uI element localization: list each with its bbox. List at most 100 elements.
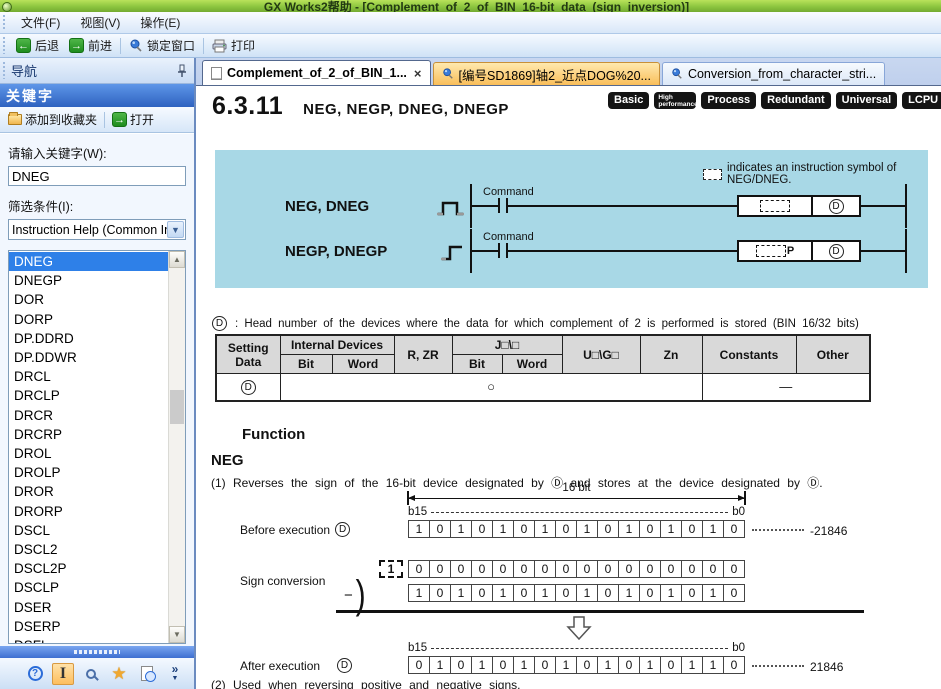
tab-bar: Complement_of_2_of_BIN_1... × [编号SD1869]…: [196, 58, 941, 85]
before-value-row: -21846: [748, 524, 847, 538]
bit-cell: 0: [555, 584, 577, 602]
toolbar-gripper: [2, 37, 7, 53]
list-item-dsclp[interactable]: DSCLP: [9, 578, 168, 597]
list-scrollbar[interactable]: ▲ ▼: [168, 251, 185, 643]
dotted-leader: [752, 665, 804, 667]
print-button[interactable]: 打印: [207, 35, 260, 56]
legend: indicates an instruction symbol of NEG/D…: [703, 162, 928, 186]
col-j: J□\□: [452, 335, 562, 355]
instruction-box: D: [737, 195, 861, 217]
section-header: 6.3.11 NEG, NEGP, DNEG, DNEGP: [212, 92, 509, 121]
list-item-dorp[interactable]: DORP: [9, 310, 168, 329]
pin-icon[interactable]: [176, 64, 188, 78]
scroll-up-icon[interactable]: ▲: [169, 251, 185, 268]
bit-cell: 0: [618, 656, 640, 674]
bit-cell: 1: [471, 656, 493, 674]
label-text: Sign conversion: [240, 574, 325, 588]
bit-cell: 1: [618, 520, 640, 538]
pane-splitter[interactable]: [0, 646, 194, 658]
filter-combobox[interactable]: Instruction Help (Common Ins ▼: [8, 219, 186, 240]
list-item-dscl2p[interactable]: DSCL2P: [9, 559, 168, 578]
favorites-pane-button[interactable]: ★: [108, 663, 130, 685]
label-text: Before execution: [240, 523, 330, 537]
col-setting-data: Setting Data: [216, 335, 280, 374]
star-icon: ★: [111, 664, 126, 684]
list-item-drol[interactable]: DROL: [9, 444, 168, 463]
list-item-drcr[interactable]: DRCR: [9, 406, 168, 425]
menu-view[interactable]: 视图(V): [70, 12, 130, 33]
bit-cell: 1: [702, 656, 724, 674]
keyword-pane-button[interactable]: I: [52, 663, 74, 685]
list-item-drclp[interactable]: DRCLP: [9, 386, 168, 405]
scrollbar-thumb[interactable]: [170, 390, 184, 424]
bit-cell: 0: [534, 656, 556, 674]
bit-cell: 0: [450, 656, 472, 674]
keyword-list: DNEGDNEGPDORDORPDP.DDRDDP.DDWRDRCLDRCLPD…: [9, 251, 168, 643]
lock-window-button[interactable]: 锁定窗口: [124, 35, 200, 56]
scrollbar-track[interactable]: [169, 268, 185, 626]
legend-text: indicates an instruction symbol of NEG/D…: [727, 162, 928, 186]
list-item-dser[interactable]: DSER: [9, 598, 168, 617]
close-icon[interactable]: ×: [414, 66, 422, 81]
scroll-down-icon[interactable]: ▼: [169, 626, 185, 643]
keyword-input[interactable]: [8, 166, 186, 186]
add-to-favorites-button[interactable]: 添加到收藏夹: [4, 109, 101, 130]
tab-sd1869-dog[interactable]: [编号SD1869]轴2_近点DOG%20...: [433, 62, 660, 85]
bit-cell: 1: [702, 584, 724, 602]
list-item-dsfl[interactable]: DSFL: [9, 636, 168, 643]
b0-label: b0: [732, 642, 745, 654]
list-item-drcl[interactable]: DRCL: [9, 367, 168, 386]
menu-file[interactable]: 文件(F): [11, 12, 70, 33]
folder-icon: [8, 114, 22, 125]
list-item-dscl2[interactable]: DSCL2: [9, 540, 168, 559]
list-item-dp-ddrd[interactable]: DP.DDRD: [9, 329, 168, 348]
span-tick: [744, 491, 746, 505]
bit-index-row: b15b0: [408, 506, 745, 518]
chevron-down-icon[interactable]: ▼: [167, 221, 184, 238]
ladder-line: [508, 205, 737, 207]
tab-complement-of-2[interactable]: Complement_of_2_of_BIN_1... ×: [202, 60, 431, 85]
list-item-dscl[interactable]: DSCL: [9, 521, 168, 540]
list-item-dserp[interactable]: DSERP: [9, 617, 168, 636]
bit-cell: 0: [723, 584, 745, 602]
bit-cell: 1: [702, 520, 724, 538]
bit-cell: 1: [555, 656, 577, 674]
list-item-dneg[interactable]: DNEG: [9, 252, 168, 271]
bit-cell: 0: [660, 560, 682, 578]
bit-cell: 0: [471, 584, 493, 602]
list-item-dp-ddwr[interactable]: DP.DDWR: [9, 348, 168, 367]
pushpin-icon: [129, 39, 143, 53]
list-item-drcrp[interactable]: DRCRP: [9, 425, 168, 444]
contents-help-button[interactable]: ?: [24, 663, 46, 685]
bit-cell: 0: [513, 520, 535, 538]
splitter-dots-icon: [74, 650, 120, 654]
dotted-leader: [752, 529, 804, 531]
menu-operate[interactable]: 操作(E): [130, 12, 190, 33]
bit-cell: 0: [639, 520, 661, 538]
tab-conversion-from-character[interactable]: Conversion_from_character_stri...: [662, 62, 885, 85]
filter-combobox-value: Instruction Help (Common Ins: [9, 223, 167, 237]
bit-cell: 0: [576, 656, 598, 674]
forward-button[interactable]: → 前进: [64, 35, 117, 56]
command-label: Command: [483, 231, 534, 243]
list-item-dnegp[interactable]: DNEGP: [9, 271, 168, 290]
open-button[interactable]: → 打开: [108, 109, 158, 130]
list-item-drorp[interactable]: DRORP: [9, 502, 168, 521]
function-heading: Function: [242, 426, 305, 443]
bit-cell: 0: [408, 656, 430, 674]
span-arrow: [408, 498, 745, 499]
back-button[interactable]: ← 后退: [11, 35, 64, 56]
operand-d: D: [212, 316, 227, 331]
contact-symbol: [498, 243, 500, 258]
search-pane-button[interactable]: [80, 663, 102, 685]
list-item-drolp[interactable]: DROLP: [9, 463, 168, 482]
history-pane-button[interactable]: [136, 663, 158, 685]
bit-cell: 1: [576, 584, 598, 602]
bit-cell: 1: [492, 584, 514, 602]
toolbar-overflow-button[interactable]: » ▼: [164, 663, 186, 685]
list-item-dror[interactable]: DROR: [9, 482, 168, 501]
cpu-badge: High performance: [654, 92, 696, 109]
list-item-dor[interactable]: DOR: [9, 290, 168, 309]
after-value: 21846: [810, 660, 843, 674]
paren-glyph: ): [355, 580, 365, 610]
